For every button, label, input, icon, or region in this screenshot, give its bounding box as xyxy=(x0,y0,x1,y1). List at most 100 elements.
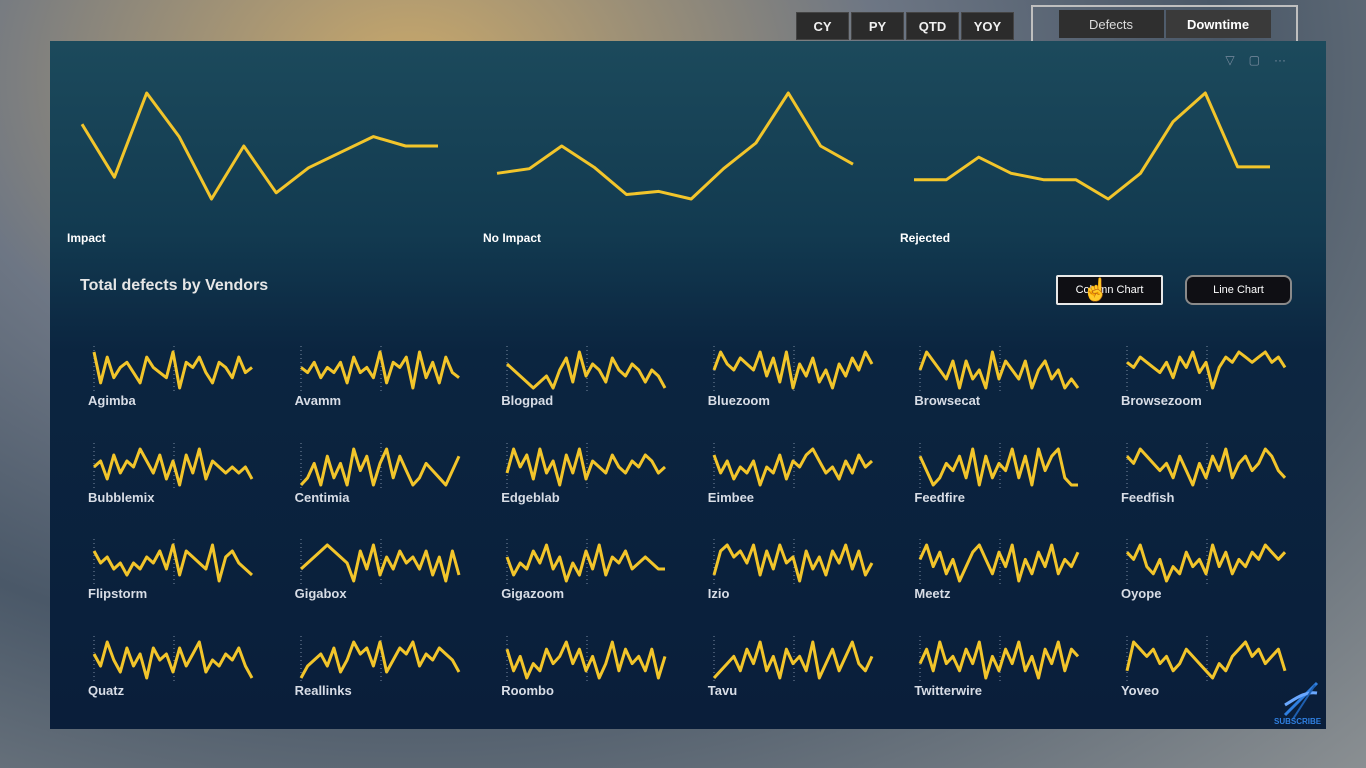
vendor-name: Bubblemix xyxy=(88,489,155,505)
vendor-line-22 xyxy=(919,640,1080,679)
vendor-line-18 xyxy=(92,640,254,679)
vendor-name: Twitterwire xyxy=(914,682,983,698)
impact-label: Impact xyxy=(67,231,106,245)
vendor-sparkline xyxy=(299,635,460,684)
column-chart-button[interactable]: Column Chart xyxy=(1056,275,1163,305)
vendor-card[interactable]: Feedfish xyxy=(1121,438,1326,535)
vendor-card[interactable]: Quatz xyxy=(88,631,295,728)
vendor-line-20 xyxy=(505,640,667,679)
vendor-card[interactable]: Eimbee xyxy=(708,438,915,535)
vendor-line-9 xyxy=(712,447,873,486)
vendor-name: Reallinks xyxy=(294,682,352,698)
vendor-sparkline xyxy=(92,539,254,587)
cy-button[interactable]: CY xyxy=(796,12,849,40)
vendor-name: Oyope xyxy=(1120,586,1162,601)
vendor-sparkline xyxy=(1125,635,1287,684)
vendor-name: Gigabox xyxy=(294,586,347,601)
vendor-name: Roombo xyxy=(501,682,554,698)
vendor-name: Blogpad xyxy=(501,393,554,408)
vendor-sparkline xyxy=(299,442,460,491)
vendor-line-2 xyxy=(506,350,667,390)
vendor-sparkline xyxy=(505,539,666,587)
vendor-sparkline xyxy=(712,346,874,394)
period-filter: CY PY QTD YOY xyxy=(796,12,1014,40)
vendor-card[interactable]: Feedfire xyxy=(914,438,1121,535)
vendor-sparkline xyxy=(505,635,667,684)
vendor-card[interactable]: Browsezoom xyxy=(1121,341,1326,438)
vendor-sparkline xyxy=(918,346,1080,394)
vendor-small-multiples: Agimba Avamm Blogpad Bluezoom Browsecat Brows… xyxy=(88,341,1294,727)
vendor-card[interactable]: Gigazoom xyxy=(501,534,708,631)
vendor-card[interactable]: Bluezoom xyxy=(708,341,915,438)
subscribe-label: SUBSCRIBE xyxy=(1274,717,1322,726)
trend-line-1 xyxy=(496,91,854,201)
vendor-card[interactable]: Blogpad xyxy=(501,341,708,438)
vendor-line-11 xyxy=(1125,447,1287,486)
vendor-name: Gigazoom xyxy=(501,586,565,601)
vendor-card[interactable]: Oyope xyxy=(1121,534,1326,631)
no-impact-trend xyxy=(485,81,865,211)
vendor-card[interactable]: Roombo xyxy=(501,631,708,728)
yoy-button[interactable]: YOY xyxy=(961,12,1014,40)
rejected-trend xyxy=(902,81,1282,211)
vendor-line-23 xyxy=(1125,640,1287,679)
vendor-line-16 xyxy=(919,543,1080,583)
line-chart-button[interactable]: Line Chart xyxy=(1185,275,1292,305)
defects-button[interactable]: Defects xyxy=(1058,10,1164,38)
vendor-card[interactable]: Browsecat xyxy=(914,341,1121,438)
vendor-card[interactable]: Avamm xyxy=(295,341,502,438)
vendor-name: Edgeblab xyxy=(501,489,560,505)
focus-mode-icon[interactable]: ▢ xyxy=(1249,53,1260,67)
vendor-name: Bluezoom xyxy=(707,393,770,408)
vendor-name: Feedfish xyxy=(1120,489,1175,505)
vendor-card[interactable]: Bubblemix xyxy=(88,438,295,535)
vendor-sparkline xyxy=(505,442,667,491)
hand-cursor-icon: ☝ xyxy=(1082,277,1110,302)
vendor-card[interactable]: Gigabox xyxy=(295,534,502,631)
vendor-name: Flipstorm xyxy=(88,586,148,601)
py-button[interactable]: PY xyxy=(851,12,904,40)
vendor-name: Meetz xyxy=(914,586,951,601)
impact-trend xyxy=(70,81,450,211)
vendor-sparkline xyxy=(712,442,873,491)
vendor-line-13 xyxy=(299,543,461,583)
more-options-icon[interactable]: ··· xyxy=(1274,53,1286,67)
vendor-name: Browsecat xyxy=(914,393,981,408)
vendor-card[interactable]: Meetz xyxy=(914,534,1121,631)
qtd-button[interactable]: QTD xyxy=(906,12,959,40)
vendor-card[interactable]: Twitterwire xyxy=(914,631,1121,728)
vendor-name: Tavu xyxy=(707,682,738,698)
vendor-sparkline xyxy=(712,539,874,587)
vendor-card[interactable]: Centimia xyxy=(295,438,502,535)
vendor-line-5 xyxy=(1126,350,1287,390)
vendor-name: Browsezoom xyxy=(1120,393,1202,408)
vendor-card[interactable]: Flipstorm xyxy=(88,534,295,631)
vendor-line-0 xyxy=(92,350,253,390)
filter-icon[interactable]: ▽ xyxy=(1225,53,1234,67)
vendor-sparkline xyxy=(712,635,874,684)
vendor-line-8 xyxy=(505,447,667,486)
vendor-card[interactable]: Reallinks xyxy=(295,631,502,728)
vendor-name: Izio xyxy=(707,586,730,601)
no-impact-label: No Impact xyxy=(483,231,542,245)
vendor-line-14 xyxy=(505,543,666,583)
vendor-name: Agimba xyxy=(88,393,136,408)
vendor-sparkline xyxy=(919,442,1079,491)
vendor-sparkline xyxy=(1125,442,1287,491)
vendor-card[interactable]: Izio xyxy=(708,534,915,631)
vendor-card[interactable]: Edgeblab xyxy=(501,438,708,535)
vendor-card[interactable]: Tavu xyxy=(708,631,915,728)
rejected-label: Rejected xyxy=(900,231,951,245)
report-panel: ▽ ▢ ··· Impact No Impact Rejected Total … xyxy=(50,41,1326,729)
vendor-sparkline xyxy=(92,346,253,394)
vendor-card[interactable]: Agimba xyxy=(88,341,295,438)
vendor-name: Centimia xyxy=(294,489,350,505)
vendor-line-15 xyxy=(712,543,874,583)
vendor-line-7 xyxy=(299,447,460,486)
vendor-sparkline xyxy=(92,442,254,491)
vendor-sparkline xyxy=(919,539,1080,587)
vendor-line-10 xyxy=(919,447,1079,486)
section-title: Total defects by Vendors xyxy=(80,277,269,294)
downtime-button[interactable]: Downtime xyxy=(1165,10,1271,38)
vendor-line-3 xyxy=(712,350,874,390)
